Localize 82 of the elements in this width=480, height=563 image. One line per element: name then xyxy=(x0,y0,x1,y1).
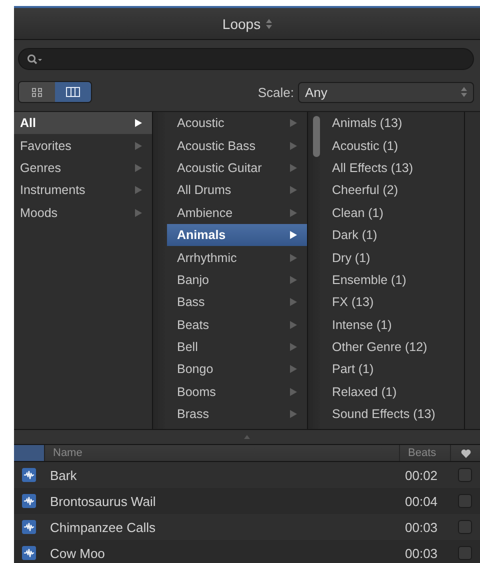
window-title[interactable]: Loops xyxy=(222,16,261,32)
arrow-icon xyxy=(135,186,142,194)
arrow-icon xyxy=(290,276,297,284)
beats-cell-text: 00:02 xyxy=(404,468,439,482)
browser-item[interactable]: Ambience xyxy=(167,202,307,224)
grid-view-button[interactable] xyxy=(19,82,55,102)
arrow-icon xyxy=(290,164,297,172)
loop-name[interactable]: Chimpanzee Calls xyxy=(44,520,399,534)
heart-icon xyxy=(460,448,470,458)
arrow-icon xyxy=(290,142,297,150)
browser-item[interactable]: Dark (1) xyxy=(322,224,464,246)
favorite-checkbox[interactable] xyxy=(458,546,472,560)
browser-item[interactable]: Ensemble (1) xyxy=(322,268,464,292)
browser-item[interactable]: Banjo xyxy=(167,268,307,292)
waveform-icon xyxy=(22,520,36,534)
scale-dropdown[interactable]: Any xyxy=(298,82,474,102)
arrow-icon xyxy=(290,410,297,418)
browser-item[interactable]: All Effects (13) xyxy=(322,156,464,180)
favorite-checkbox[interactable] xyxy=(458,494,472,508)
browser-item[interactable]: Moods xyxy=(14,202,152,224)
arrow-icon xyxy=(135,208,142,217)
favorite-checkbox[interactable] xyxy=(458,520,472,534)
search-field[interactable] xyxy=(18,48,474,70)
browser-item[interactable]: Cheerful (2) xyxy=(322,179,464,202)
arrow-icon xyxy=(290,119,297,128)
browser-item[interactable]: Intense (1) xyxy=(322,314,464,336)
arrow-icon xyxy=(290,208,297,217)
arrow-icon xyxy=(290,298,297,306)
arrow-icon xyxy=(135,164,142,172)
browser-item[interactable]: Animals (13) xyxy=(322,112,464,134)
browser-item[interactable]: Beats xyxy=(167,314,307,336)
browser-item[interactable]: Booms xyxy=(167,380,307,404)
browser-item[interactable]: Brass xyxy=(167,403,307,426)
browser-item[interactable]: Part (1) xyxy=(322,358,464,381)
arrow-icon xyxy=(290,231,297,240)
browser-item[interactable]: Dry (1) xyxy=(322,246,464,269)
browser-item[interactable]: Clean (1) xyxy=(322,202,464,224)
browser-item[interactable]: FX (13) xyxy=(322,291,464,314)
browser-item[interactable]: Other Genre (12) xyxy=(322,336,464,358)
grid-icon xyxy=(32,88,42,96)
browser-item[interactable]: Bell xyxy=(167,336,307,358)
browser-item[interactable]: All xyxy=(14,112,152,134)
browser-item[interactable]: Acoustic xyxy=(167,112,307,134)
search-icon xyxy=(27,54,43,64)
browser-item[interactable]: Animals xyxy=(167,224,307,246)
beats-cell-text: 00:03 xyxy=(404,546,439,560)
loop-name[interactable]: Bark xyxy=(44,468,399,482)
arrow-icon xyxy=(290,365,297,374)
browser-item[interactable]: Bongo xyxy=(167,358,307,381)
loop-name[interactable]: Brontosaurus Wail xyxy=(44,494,399,508)
waveform-icon xyxy=(22,546,36,560)
arrow-icon xyxy=(290,254,297,262)
arrow-icon xyxy=(135,142,142,150)
stepper-icon xyxy=(461,87,467,97)
browser-item[interactable]: Relaxed (1) xyxy=(322,380,464,404)
beats-cell-text: 00:04 xyxy=(404,494,439,508)
arrow-icon xyxy=(290,343,297,352)
waveform-icon xyxy=(22,494,36,508)
browser-item[interactable]: All Drums xyxy=(167,179,307,202)
browser-item[interactable]: Acoustic (1) xyxy=(322,134,464,157)
column-view-button[interactable] xyxy=(55,82,91,102)
arrow-icon xyxy=(290,388,297,396)
browser-item[interactable]: Acoustic Bass xyxy=(167,134,307,157)
scrollbar-thumb[interactable] xyxy=(313,116,320,157)
browser-item[interactable]: Acoustic Guitar xyxy=(167,156,307,180)
arrow-icon xyxy=(290,320,297,329)
browser-item[interactable]: Bass xyxy=(167,291,307,314)
loop-name[interactable]: Cow Moo xyxy=(44,546,399,560)
beats-cell-text: 00:03 xyxy=(404,520,439,534)
browser-item[interactable]: Favorites xyxy=(14,134,152,157)
browser-item[interactable]: Sound Effects (13) xyxy=(322,403,464,426)
browser-item[interactable]: Instruments xyxy=(14,179,152,202)
stepper-icon xyxy=(266,18,272,28)
columns-icon xyxy=(66,87,80,97)
arrow-icon xyxy=(135,119,142,128)
browser-item[interactable]: Genres xyxy=(14,156,152,180)
favorite-checkbox[interactable] xyxy=(458,468,472,482)
scale-label: Scale: xyxy=(258,84,294,100)
arrow-icon xyxy=(290,186,297,194)
browser-item[interactable]: Arrhythmic xyxy=(167,246,307,269)
splitter-handle-icon[interactable] xyxy=(244,435,250,439)
waveform-icon xyxy=(22,468,36,482)
